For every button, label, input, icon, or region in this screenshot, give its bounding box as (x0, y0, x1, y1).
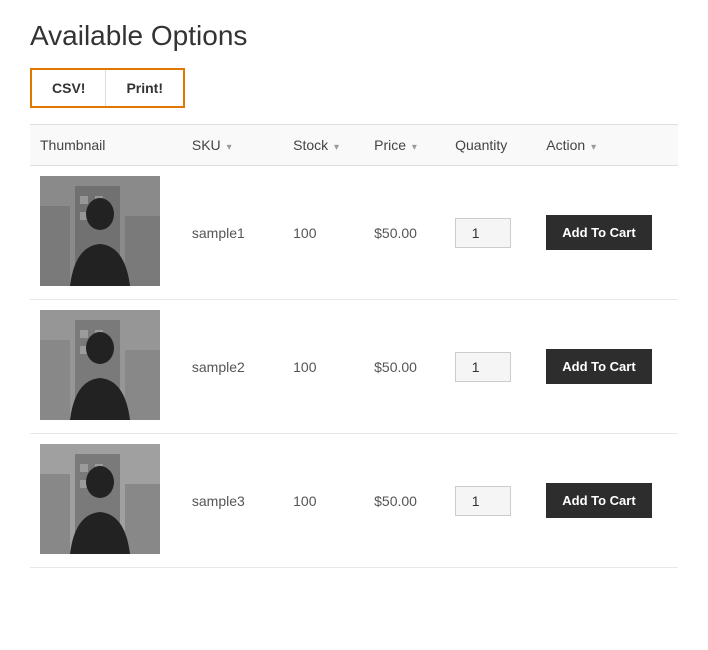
table-row: sample3100$50.00 Add To Cart (30, 434, 678, 568)
action-cell: Add To Cart (536, 166, 678, 300)
quantity-input[interactable] (455, 352, 511, 382)
stock-cell: 100 (283, 166, 364, 300)
col-header-price[interactable]: Price ▾ (364, 125, 445, 166)
products-table: Thumbnail SKU ▾ Stock ▾ Price ▾ Quantity… (30, 124, 678, 568)
product-thumbnail (40, 310, 160, 420)
table-header-row: Thumbnail SKU ▾ Stock ▾ Price ▾ Quantity… (30, 125, 678, 166)
table-row: sample2100$50.00 Add To Cart (30, 300, 678, 434)
product-thumbnail (40, 444, 160, 554)
action-sort-icon: ▾ (591, 142, 596, 153)
add-to-cart-button[interactable]: Add To Cart (546, 215, 651, 250)
product-thumbnail (40, 176, 160, 286)
sku-cell: sample1 (182, 166, 283, 300)
stock-cell: 100 (283, 300, 364, 434)
stock-cell: 100 (283, 434, 364, 568)
col-header-sku[interactable]: SKU ▾ (182, 125, 283, 166)
action-cell: Add To Cart (536, 300, 678, 434)
add-to-cart-button[interactable]: Add To Cart (546, 349, 651, 384)
col-header-stock[interactable]: Stock ▾ (283, 125, 364, 166)
page-title: Available Options (30, 20, 678, 52)
thumbnail-cell (30, 434, 182, 568)
col-header-thumbnail: Thumbnail (30, 125, 182, 166)
action-cell: Add To Cart (536, 434, 678, 568)
sku-sort-icon: ▾ (227, 142, 232, 153)
price-cell: $50.00 (364, 300, 445, 434)
stock-sort-icon: ▾ (334, 142, 339, 153)
add-to-cart-button[interactable]: Add To Cart (546, 483, 651, 518)
sku-cell: sample3 (182, 434, 283, 568)
quantity-cell (445, 434, 536, 568)
quantity-input[interactable] (455, 486, 511, 516)
thumbnail-cell (30, 166, 182, 300)
quantity-cell (445, 166, 536, 300)
print-button[interactable]: Print! (106, 70, 183, 106)
csv-button[interactable]: CSV! (32, 70, 106, 106)
table-row: sample1100$50.00 Add To Cart (30, 166, 678, 300)
price-cell: $50.00 (364, 434, 445, 568)
toolbar: CSV! Print! (30, 68, 185, 108)
sku-cell: sample2 (182, 300, 283, 434)
quantity-cell (445, 300, 536, 434)
quantity-input[interactable] (455, 218, 511, 248)
col-header-action[interactable]: Action ▾ (536, 125, 678, 166)
col-header-quantity: Quantity (445, 125, 536, 166)
thumbnail-cell (30, 300, 182, 434)
price-sort-icon: ▾ (412, 142, 417, 153)
price-cell: $50.00 (364, 166, 445, 300)
